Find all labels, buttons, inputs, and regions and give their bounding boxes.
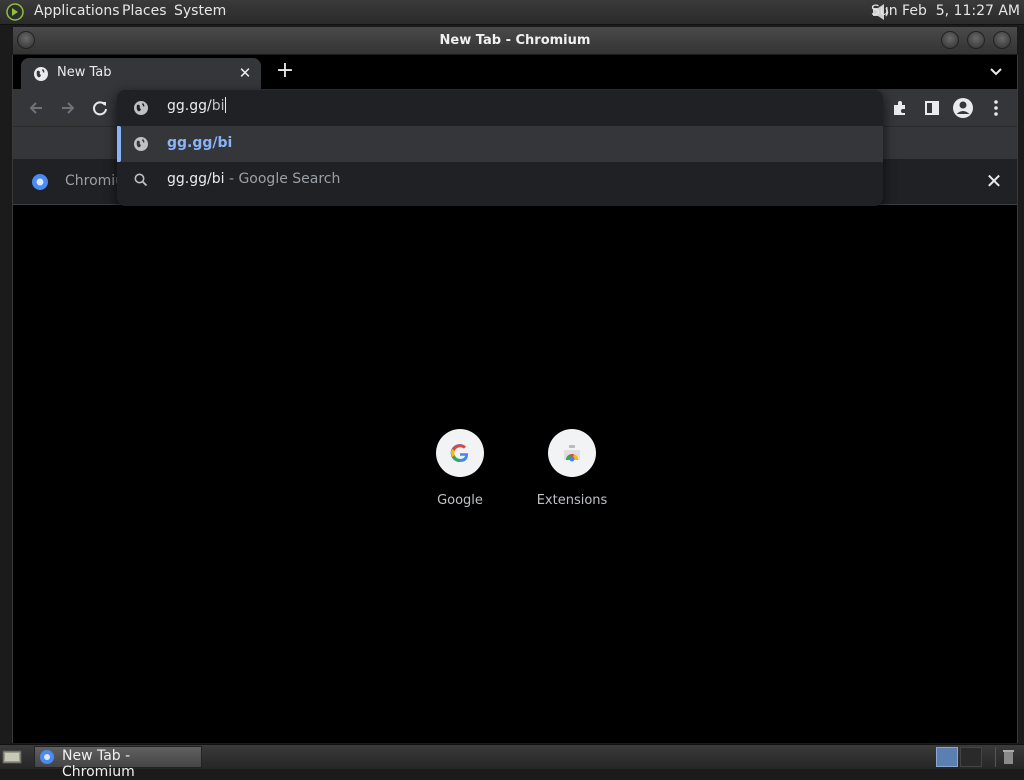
window-title: New Tab - Chromium (439, 33, 591, 48)
shortcut-google[interactable]: Google (415, 429, 505, 519)
distro-logo-icon[interactable] (6, 3, 24, 21)
omnibox-typed-text: gg.gg/ (167, 98, 212, 114)
tab-title: New Tab (57, 65, 112, 80)
google-g-icon (450, 444, 469, 463)
trash-icon[interactable] (995, 747, 1020, 767)
menu-places[interactable]: Places (122, 3, 167, 19)
reload-icon[interactable] (89, 97, 111, 119)
shortcut-tile (436, 429, 484, 477)
menu-system[interactable]: System (174, 3, 226, 19)
window-titlebar[interactable]: New Tab - Chromium (12, 26, 1018, 55)
menu-applications[interactable]: Applications (34, 3, 120, 19)
maximize-button[interactable] (967, 31, 985, 49)
extensions-puzzle-icon[interactable] (889, 97, 911, 119)
tab-strip: New Tab ✕ + (13, 55, 1017, 89)
shortcut-tile (548, 429, 596, 477)
omnibox-suggestion-url[interactable]: gg.gg/bi (117, 126, 883, 162)
globe-icon (134, 137, 148, 151)
top-panel: Applications Places System Sun Feb 5, 11… (0, 0, 1024, 25)
chromium-logo-icon (32, 174, 48, 190)
new-tab-button[interactable]: + (274, 60, 296, 83)
side-panel-icon[interactable] (921, 97, 943, 119)
taskbar-window-label: New Tab - Chromium (62, 748, 135, 780)
taskbar-window-button[interactable]: New Tab - Chromium (34, 746, 202, 780)
clock[interactable]: Sun Feb 5, 11:27 AM (871, 3, 1020, 19)
bottom-taskbar: New Tab - Chromium (0, 744, 1024, 780)
minimize-button[interactable] (941, 31, 959, 49)
shortcut-label: Google (437, 493, 483, 508)
tab-search-chevron-icon[interactable] (985, 61, 1007, 83)
shortcut-label: Extensions (536, 493, 608, 508)
chrome-web-store-icon (564, 445, 580, 462)
infobar-close-icon[interactable]: ✕ (983, 171, 1005, 193)
omnibox-suggestion-search[interactable]: gg.gg/bi - Google Search (117, 162, 883, 198)
browser-window: New Tab ✕ + Chromiu ✕ gg.gg/bi gg.gg/bi … (12, 55, 1018, 743)
tab-close-icon[interactable]: ✕ (235, 63, 255, 83)
workspace-1-button[interactable] (936, 747, 958, 767)
suggestion-query: gg.gg/bi (167, 171, 225, 187)
selection-marker (117, 126, 121, 162)
shortcut-extensions[interactable]: Extensions (527, 429, 617, 519)
omnibox-autocomplete-text: bi (211, 98, 225, 114)
profile-avatar-icon[interactable] (952, 97, 974, 119)
suggestion-search-text: gg.gg/bi - Google Search (167, 171, 340, 187)
suggestion-provider: - Google Search (224, 171, 341, 187)
workspace-2-button[interactable] (960, 747, 982, 767)
show-desktop-icon[interactable] (2, 748, 22, 766)
address-bar-input[interactable]: gg.gg/bi (167, 97, 767, 119)
globe-icon (134, 101, 148, 115)
globe-icon (34, 67, 48, 81)
more-menu-icon[interactable] (985, 97, 1007, 119)
forward-arrow-icon[interactable] (57, 97, 79, 119)
omnibox-input-row[interactable]: gg.gg/bi (117, 90, 883, 125)
back-arrow-icon[interactable] (25, 97, 47, 119)
text-caret (224, 97, 226, 113)
chromium-logo-icon (40, 750, 54, 764)
omnibox-popup: gg.gg/bi gg.gg/bi gg.gg/bi - Google Sear… (117, 90, 883, 206)
search-icon (134, 173, 148, 187)
close-window-button[interactable] (993, 31, 1011, 49)
suggestion-url-text: gg.gg/bi (167, 135, 233, 151)
infobar-message: Chromiu (65, 173, 125, 189)
tab-new-tab[interactable]: New Tab ✕ (21, 58, 261, 89)
